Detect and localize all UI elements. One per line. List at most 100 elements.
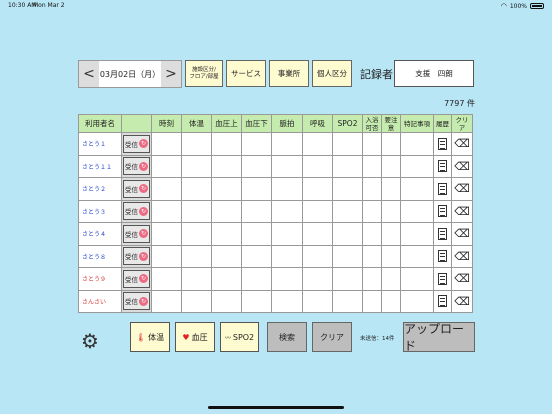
receive-button[interactable]: 受信 ↻ — [123, 134, 150, 153]
bath-cell[interactable] — [362, 132, 382, 156]
bp-low-cell[interactable] — [241, 267, 272, 291]
bp-high-cell[interactable] — [211, 199, 242, 223]
respiration-cell[interactable] — [302, 199, 333, 223]
resident-name[interactable]: さとう８ — [78, 244, 122, 268]
spo2-cell[interactable] — [332, 267, 363, 291]
clear-row-cell[interactable]: ⌫ — [451, 244, 473, 268]
bp-low-cell[interactable] — [241, 244, 272, 268]
notes-cell[interactable] — [400, 222, 434, 246]
time-cell[interactable] — [151, 222, 182, 246]
resident-name[interactable]: さんさい — [78, 289, 122, 313]
bp-high-cell[interactable] — [211, 244, 242, 268]
bath-cell[interactable] — [362, 154, 382, 178]
bp-high-cell[interactable] — [211, 177, 242, 201]
receive-button[interactable]: 受信 ↻ — [123, 179, 150, 198]
blood-pressure-button[interactable]: ♥ 血圧 — [175, 322, 215, 352]
bp-low-cell[interactable] — [241, 199, 272, 223]
notes-cell[interactable] — [400, 154, 434, 178]
clear-row-cell[interactable]: ⌫ — [451, 199, 473, 223]
bp-high-cell[interactable] — [211, 154, 242, 178]
spo2-cell[interactable] — [332, 177, 363, 201]
notes-cell[interactable] — [400, 244, 434, 268]
temperature-button[interactable]: 🌡 体温 — [130, 322, 170, 352]
bath-cell[interactable] — [362, 177, 382, 201]
caution-cell[interactable] — [381, 177, 401, 201]
notes-cell[interactable] — [400, 199, 434, 223]
bp-high-cell[interactable] — [211, 222, 242, 246]
respiration-cell[interactable] — [302, 154, 333, 178]
notes-cell[interactable] — [400, 132, 434, 156]
pulse-cell[interactable] — [271, 289, 303, 313]
resident-name[interactable]: さとう１１ — [78, 154, 122, 178]
time-cell[interactable] — [151, 154, 182, 178]
resident-name[interactable]: さとう２ — [78, 177, 122, 201]
history-cell[interactable] — [433, 222, 452, 246]
temperature-cell[interactable] — [181, 199, 212, 223]
prev-date-button[interactable]: < — [79, 61, 99, 87]
notes-cell[interactable] — [400, 267, 434, 291]
pulse-cell[interactable] — [271, 244, 303, 268]
spo2-cell[interactable] — [332, 289, 363, 313]
resident-name[interactable]: さとう４ — [78, 222, 122, 246]
service-button[interactable]: サービス — [226, 60, 266, 87]
temperature-cell[interactable] — [181, 267, 212, 291]
facility-floor-room-button[interactable]: 施設区分/ フロア/部屋 — [185, 60, 223, 87]
upload-button[interactable]: アップロード — [403, 322, 475, 353]
gear-icon[interactable]: ⚙ — [79, 330, 101, 352]
bp-high-cell[interactable] — [211, 267, 242, 291]
pulse-cell[interactable] — [271, 222, 303, 246]
resident-name[interactable]: さとう３ — [78, 199, 122, 223]
temperature-cell[interactable] — [181, 244, 212, 268]
pulse-cell[interactable] — [271, 267, 303, 291]
notes-cell[interactable] — [400, 177, 434, 201]
personal-category-button[interactable]: 個人区分 — [312, 60, 352, 87]
time-cell[interactable] — [151, 199, 182, 223]
caution-cell[interactable] — [381, 222, 401, 246]
bp-low-cell[interactable] — [241, 154, 272, 178]
caution-cell[interactable] — [381, 244, 401, 268]
resident-name[interactable]: さとう１ — [78, 132, 122, 156]
pulse-cell[interactable] — [271, 199, 303, 223]
respiration-cell[interactable] — [302, 222, 333, 246]
notes-cell[interactable] — [400, 289, 434, 313]
caution-cell[interactable] — [381, 289, 401, 313]
history-cell[interactable] — [433, 289, 452, 313]
receive-button[interactable]: 受信 ↻ — [123, 247, 150, 266]
spo2-cell[interactable] — [332, 154, 363, 178]
history-cell[interactable] — [433, 267, 452, 291]
search-button[interactable]: 検索 — [267, 322, 307, 352]
respiration-cell[interactable] — [302, 267, 333, 291]
time-cell[interactable] — [151, 177, 182, 201]
receive-button[interactable]: 受信 ↻ — [123, 202, 150, 221]
temperature-cell[interactable] — [181, 132, 212, 156]
time-cell[interactable] — [151, 244, 182, 268]
pulse-cell[interactable] — [271, 177, 303, 201]
respiration-cell[interactable] — [302, 177, 333, 201]
bp-low-cell[interactable] — [241, 289, 272, 313]
bath-cell[interactable] — [362, 289, 382, 313]
spo2-cell[interactable] — [332, 244, 363, 268]
resident-name[interactable]: さとう９ — [78, 267, 122, 291]
spo2-cell[interactable] — [332, 199, 363, 223]
pulse-cell[interactable] — [271, 132, 303, 156]
respiration-cell[interactable] — [302, 244, 333, 268]
spo2-cell[interactable] — [332, 222, 363, 246]
spo2-button[interactable]: 〰 SPO2 — [220, 322, 259, 352]
receive-button[interactable]: 受信 ↻ — [123, 224, 150, 243]
temperature-cell[interactable] — [181, 177, 212, 201]
bp-low-cell[interactable] — [241, 132, 272, 156]
clear-button[interactable]: クリア — [312, 322, 352, 352]
bp-high-cell[interactable] — [211, 289, 242, 313]
receive-button[interactable]: 受信 ↻ — [123, 269, 150, 288]
time-cell[interactable] — [151, 289, 182, 313]
temperature-cell[interactable] — [181, 289, 212, 313]
bp-low-cell[interactable] — [241, 177, 272, 201]
clear-row-cell[interactable]: ⌫ — [451, 154, 473, 178]
temperature-cell[interactable] — [181, 154, 212, 178]
bath-cell[interactable] — [362, 222, 382, 246]
time-cell[interactable] — [151, 132, 182, 156]
spo2-cell[interactable] — [332, 132, 363, 156]
clear-row-cell[interactable]: ⌫ — [451, 222, 473, 246]
pulse-cell[interactable] — [271, 154, 303, 178]
respiration-cell[interactable] — [302, 132, 333, 156]
